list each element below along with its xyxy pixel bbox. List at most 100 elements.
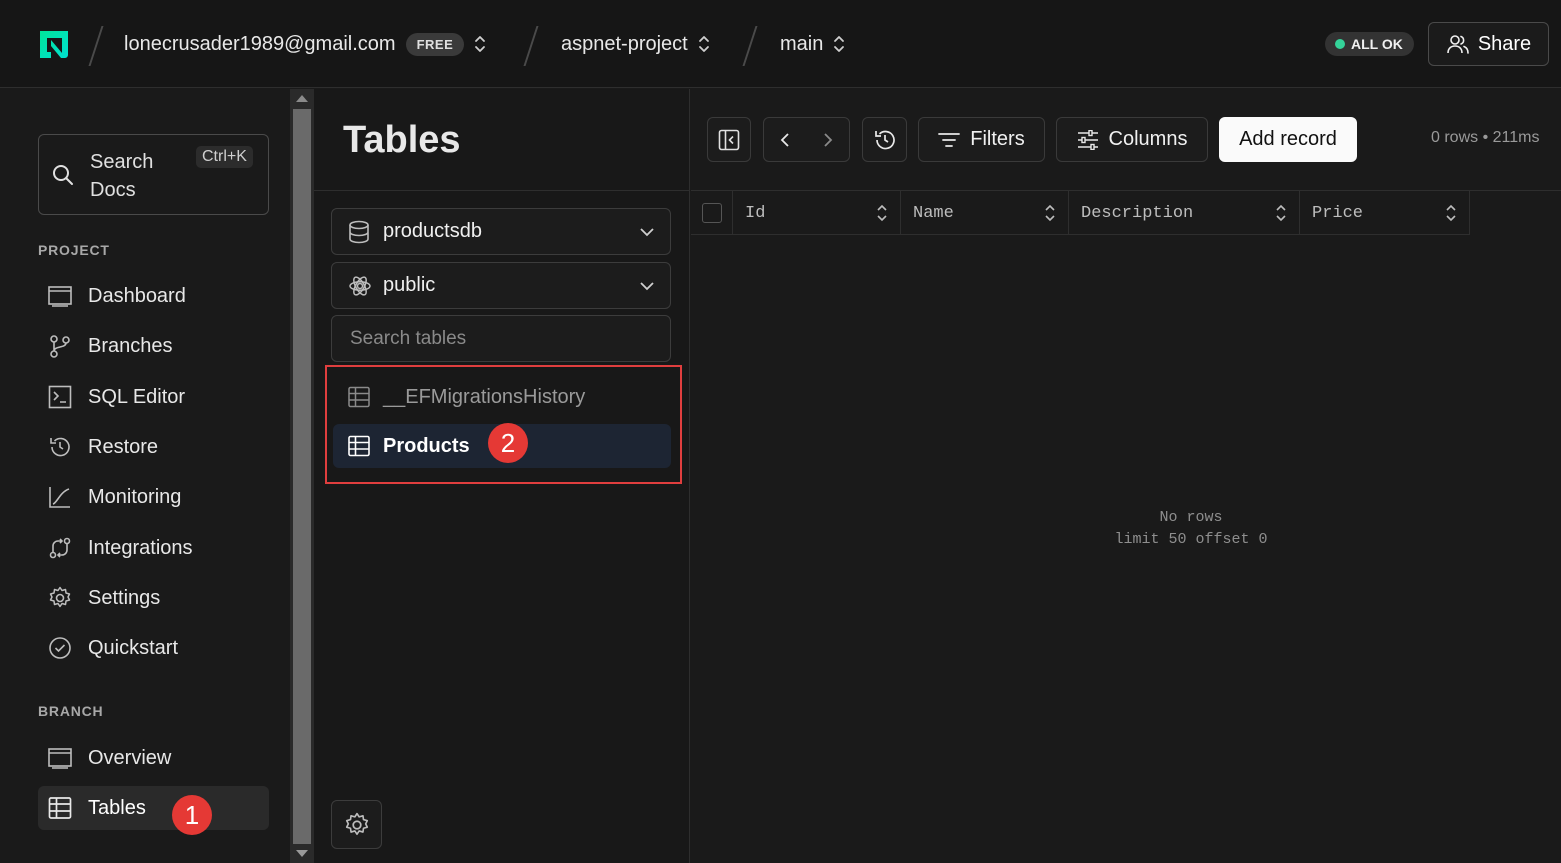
branch-section-label: BRANCH (38, 703, 104, 719)
branch-name: main (780, 32, 824, 55)
empty-state-title: No rows (1159, 509, 1223, 526)
overview-icon (48, 746, 72, 770)
neon-logo-icon[interactable] (37, 27, 71, 61)
status-dot-icon (1335, 39, 1345, 49)
sidebar-item-label: Overview (88, 746, 172, 769)
toggle-sidebar-button[interactable] (707, 117, 751, 162)
keyboard-shortcut: Ctrl+K (196, 146, 253, 168)
schema-name: public (383, 274, 436, 296)
scroll-down-icon[interactable] (296, 850, 308, 857)
search-tables-input[interactable] (331, 315, 671, 362)
tables-panel: Tables productsdb public __EFMigrationsH… (314, 89, 690, 863)
sort-icon (1446, 204, 1456, 222)
scroll-up-icon[interactable] (296, 95, 308, 102)
table-header-row: Id Name Description Price (691, 191, 1470, 235)
column-header-id[interactable]: Id (733, 191, 901, 235)
page-navigation (763, 117, 850, 162)
sidebar-item-integrations[interactable]: Integrations (38, 526, 269, 570)
sidebar-scrollbar[interactable] (290, 89, 314, 863)
gear-icon (345, 812, 368, 835)
panel-settings-button[interactable] (331, 800, 382, 849)
column-name: Name (913, 203, 954, 223)
sidebar-item-sql-editor[interactable]: SQL Editor (38, 375, 269, 419)
sidebar-item-label: Branches (88, 334, 173, 357)
sidebar-item-label: Tables (88, 796, 146, 819)
search-icon (53, 165, 73, 185)
step-marker-2: 2 (488, 423, 528, 463)
filters-label: Filters (970, 128, 1025, 150)
select-all-checkbox[interactable] (691, 191, 733, 235)
add-record-label: Add record (1239, 128, 1337, 150)
plan-badge: FREE (405, 32, 465, 56)
history-button[interactable] (862, 117, 907, 162)
share-button[interactable]: Share (1428, 22, 1549, 66)
table-list-item[interactable]: __EFMigrationsHistory (333, 375, 671, 419)
chevron-down-icon (640, 227, 654, 236)
chevron-up-down-icon (698, 36, 709, 52)
add-record-button[interactable]: Add record (1219, 117, 1357, 162)
sidebar-item-settings[interactable]: Settings (38, 576, 269, 620)
sort-icon (877, 204, 887, 222)
page-title: Tables (343, 119, 461, 161)
quickstart-icon (48, 636, 72, 660)
table-name: Products (383, 434, 470, 457)
sidebar-item-dashboard[interactable]: Dashboard (38, 274, 269, 318)
sidebar-item-restore[interactable]: Restore (38, 425, 269, 469)
scroll-thumb[interactable] (293, 109, 311, 844)
status-badge[interactable]: ALL OK (1325, 32, 1414, 56)
columns-label: Columns (1108, 128, 1188, 150)
data-grid-area: Filters Columns Add record 0 rows • 211m… (691, 89, 1561, 863)
step-marker-1: 1 (172, 795, 212, 835)
integrations-icon (48, 536, 72, 560)
settings-icon (48, 586, 72, 610)
database-select[interactable]: productsdb (331, 208, 671, 255)
row-count-info: 0 rows • 211ms (1431, 129, 1540, 146)
branch-switcher[interactable]: main (780, 31, 845, 57)
tables-icon (48, 796, 72, 820)
database-icon (348, 220, 372, 244)
table-icon (348, 386, 370, 408)
monitoring-icon (48, 485, 72, 509)
sql-editor-icon (48, 385, 72, 409)
search-docs-button[interactable]: Search Docs Ctrl+K (38, 134, 269, 215)
sidebar-item-label: SQL Editor (88, 385, 186, 408)
dashboard-icon (48, 284, 72, 308)
account-email: lonecrusader1989@gmail.com (124, 32, 396, 55)
column-header-price[interactable]: Price (1300, 191, 1470, 235)
chevron-left-icon (780, 132, 789, 147)
column-header-name[interactable]: Name (901, 191, 1069, 235)
sort-icon (1276, 204, 1286, 222)
sort-icon (1045, 204, 1055, 222)
users-icon (1447, 35, 1469, 54)
status-text: ALL OK (1351, 36, 1403, 52)
columns-button[interactable]: Columns (1056, 117, 1208, 162)
table-name: __EFMigrationsHistory (383, 385, 586, 408)
project-switcher[interactable]: aspnet-project (561, 31, 710, 57)
empty-state-detail: limit 50 offset 0 (1114, 531, 1268, 548)
sidebar-item-monitoring[interactable]: Monitoring (38, 475, 269, 519)
sidebar-collapse-icon (718, 129, 740, 150)
project-name: aspnet-project (561, 32, 688, 55)
sidebar-item-overview[interactable]: Overview (38, 736, 269, 780)
next-page-button[interactable] (807, 118, 850, 161)
sidebar-item-label: Integrations (88, 536, 193, 559)
sidebar-item-branches[interactable]: Branches (38, 324, 269, 368)
chevron-down-icon (640, 281, 654, 290)
column-name: Description (1081, 203, 1194, 223)
sidebar-item-quickstart[interactable]: Quickstart (38, 626, 269, 670)
sidebar-item-label: Restore (88, 435, 159, 458)
sidebar-item-label: Monitoring (88, 485, 182, 508)
left-sidebar: Search Docs Ctrl+K PROJECT Dashboard Bra… (0, 89, 290, 863)
schema-select[interactable]: public (331, 262, 671, 309)
previous-page-button[interactable] (764, 118, 807, 161)
history-icon (874, 130, 895, 149)
sidebar-item-label: Settings (88, 586, 161, 609)
chevron-up-down-icon (475, 36, 486, 52)
empty-state: No rows limit 50 offset 0 (1091, 507, 1291, 551)
filters-button[interactable]: Filters (918, 117, 1045, 162)
sidebar-item-tables[interactable]: Tables (38, 786, 269, 830)
column-header-description[interactable]: Description (1069, 191, 1300, 235)
chevron-up-down-icon (834, 36, 845, 52)
column-name: Id (745, 203, 766, 223)
account-switcher[interactable]: lonecrusader1989@gmail.com FREE (124, 31, 486, 57)
